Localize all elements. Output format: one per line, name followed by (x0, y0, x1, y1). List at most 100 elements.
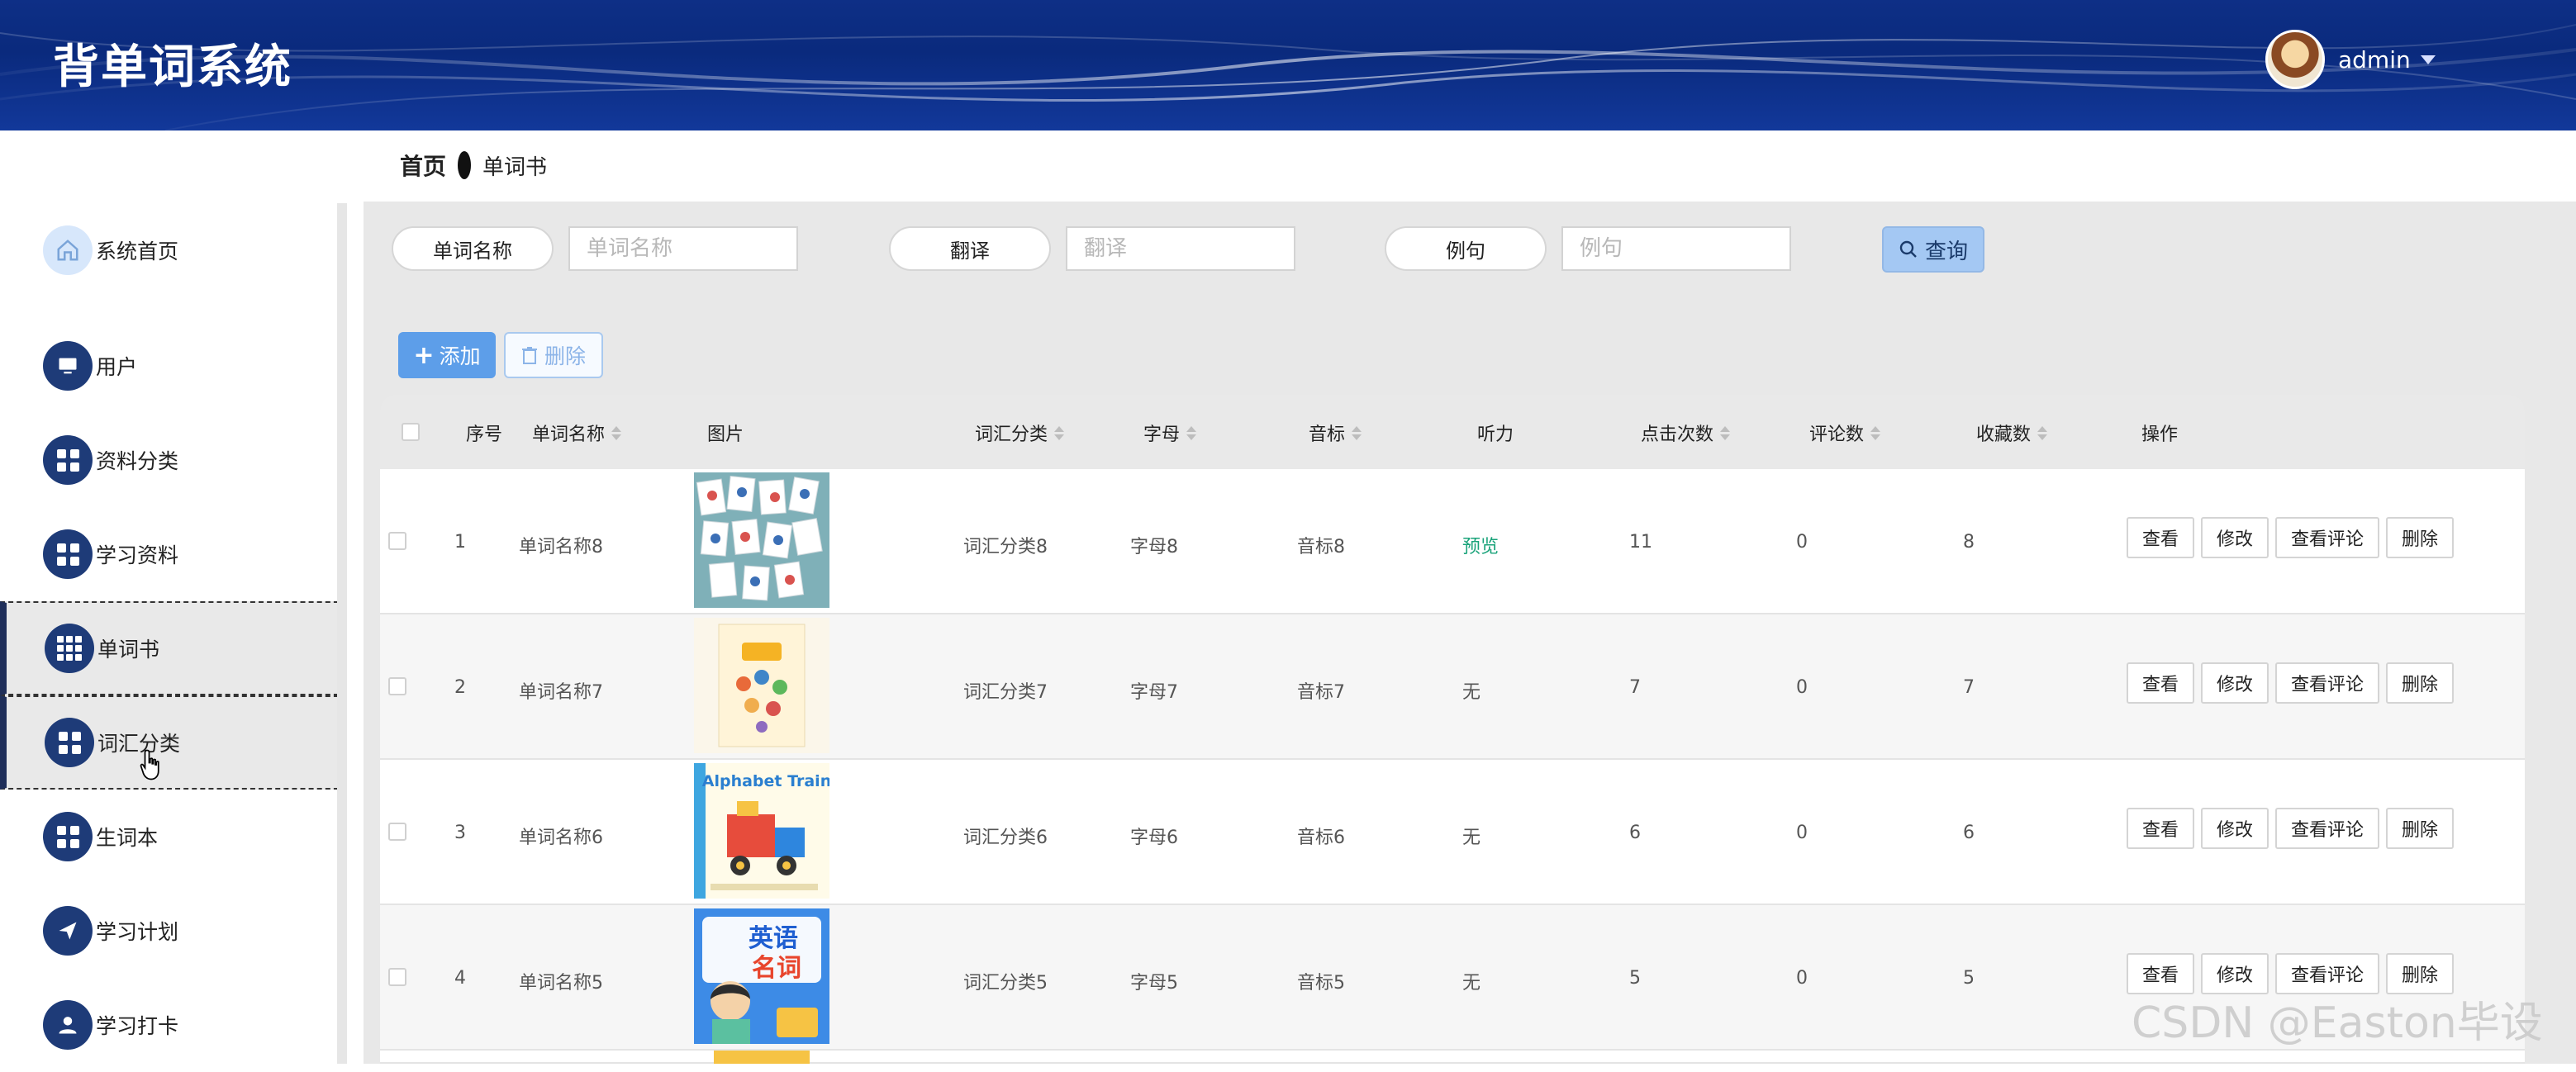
user-name[interactable]: admin (2338, 46, 2411, 74)
send-icon (43, 906, 93, 956)
edit-button[interactable]: 修改 (2201, 662, 2269, 704)
grid-icon (45, 718, 94, 767)
sidebar-item-home[interactable]: 系统首页 (0, 203, 347, 297)
table-row: 1 单词名称8 词汇分类8 字母8 音标8 预览 11 0 8 查看 修改 查看… (380, 469, 2525, 614)
header-word-name[interactable]: 单词名称 (532, 420, 622, 446)
sidebar-item-label: 学习资料 (96, 543, 179, 567)
sidebar-item-study-material[interactable]: 学习资料 (0, 507, 347, 601)
header-phonetic[interactable]: 音标 (1309, 420, 1362, 446)
sidebar-item-label: 用户 (96, 355, 138, 379)
word-image-thumbnail[interactable]: Alphabet Train (694, 763, 829, 899)
row-checkbox[interactable] (388, 677, 406, 695)
sort-icon[interactable] (611, 425, 622, 440)
sidebar-item-study-plan[interactable]: 学习计划 (0, 884, 347, 978)
cell-comments: 0 (1796, 823, 1808, 843)
sidebar-item-label: 资料分类 (96, 449, 179, 473)
word-image-thumbnail[interactable] (694, 472, 829, 608)
sidebar-item-vocab-category[interactable]: 词汇分类 (0, 695, 347, 790)
view-button[interactable]: 查看 (2127, 662, 2194, 704)
delete-row-button[interactable]: 删除 (2386, 808, 2454, 849)
cell-favorites: 8 (1963, 532, 1975, 553)
sidebar-item-study-checkin[interactable]: 学习打卡 (0, 978, 347, 1072)
cell-phonetic: 音标8 (1297, 537, 1345, 557)
app-title: 背单词系统 (53, 40, 292, 94)
cell-index: 4 (454, 968, 466, 989)
user-menu[interactable]: admin (2265, 30, 2436, 89)
sort-icon[interactable] (1870, 425, 1881, 440)
main-content: 单词名称 翻译 例句 查询 + 添加 删除 序号 单词名称 图片 词汇分类 字母… (364, 202, 2576, 1064)
view-button[interactable]: 查看 (2127, 808, 2194, 849)
cell-word-name: 单词名称6 (519, 828, 603, 848)
sidebar-item-word-book[interactable]: 单词书 (0, 601, 347, 695)
sidebar: 系统首页 用户 资料分类 学习资料 单词书 词汇分类 生词本 学习计划 学习打卡 (0, 130, 350, 1064)
chevron-down-icon[interactable] (2420, 55, 2436, 64)
hand-cursor-icon (140, 749, 159, 780)
header-label: 词汇分类 (975, 425, 1048, 445)
delete-button[interactable]: 删除 (504, 332, 603, 378)
word-name-input[interactable] (568, 226, 798, 271)
table-row (380, 1051, 2525, 1064)
cell-letter: 字母6 (1130, 828, 1178, 848)
add-button[interactable]: + 添加 (398, 332, 496, 378)
sidebar-item-label: 单词书 (97, 638, 160, 662)
cell-phonetic: 音标5 (1297, 973, 1345, 994)
header-image: 图片 (707, 425, 744, 445)
header-letter[interactable]: 字母 (1143, 420, 1197, 446)
header-favorites[interactable]: 收藏数 (1976, 420, 2048, 446)
view-comments-button[interactable]: 查看评论 (2275, 517, 2379, 558)
sort-icon[interactable] (1186, 425, 1197, 440)
avatar[interactable] (2265, 30, 2325, 89)
view-comments-button[interactable]: 查看评论 (2275, 662, 2379, 704)
cell-letter: 字母8 (1130, 537, 1178, 557)
cell-category: 词汇分类5 (963, 973, 1048, 994)
sort-icon[interactable] (1720, 425, 1731, 440)
edit-button[interactable]: 修改 (2201, 808, 2269, 849)
row-checkbox[interactable] (388, 968, 406, 986)
monitor-icon (43, 341, 93, 391)
word-image-thumbnail[interactable] (694, 1051, 829, 1064)
search-icon (1899, 240, 1917, 258)
cell-favorites: 6 (1963, 823, 1975, 843)
query-button[interactable]: 查询 (1882, 226, 1984, 273)
example-input[interactable] (1561, 226, 1791, 271)
row-checkbox[interactable] (388, 532, 406, 550)
word-image-thumbnail[interactable] (694, 618, 829, 753)
sidebar-item-label: 学习计划 (96, 920, 179, 944)
thumbnail-title: Alphabet Train (702, 772, 829, 790)
sidebar-scrollbar[interactable] (337, 203, 347, 1064)
header-label: 点击次数 (1641, 425, 1714, 445)
cell-index: 1 (454, 532, 466, 553)
table-header: 序号 单词名称 图片 词汇分类 字母 音标 听力 点击次数 评论数 收藏数 操作 (380, 395, 2525, 469)
table-row: 2 单词名称7 词汇分类7 字母7 音标7 无 7 0 7 查看 修改 查看评论… (380, 614, 2525, 760)
translation-input[interactable] (1066, 226, 1295, 271)
cell-favorites: 7 (1963, 677, 1975, 698)
watermark: CSDN @Easton毕设 (2132, 998, 2543, 1048)
header-clicks[interactable]: 点击次数 (1641, 420, 1731, 446)
sidebar-item-vocab-notebook[interactable]: 生词本 (0, 790, 347, 884)
cell-word-name: 单词名称7 (519, 682, 603, 703)
header-comments[interactable]: 评论数 (1809, 420, 1881, 446)
view-button[interactable]: 查看 (2127, 517, 2194, 558)
sort-icon[interactable] (1352, 425, 1362, 440)
word-book-table: 序号 单词名称 图片 词汇分类 字母 音标 听力 点击次数 评论数 收藏数 操作… (380, 395, 2525, 1064)
sort-icon[interactable] (1054, 425, 1065, 440)
view-comments-button[interactable]: 查看评论 (2275, 808, 2379, 849)
thumbnail-title-line1: 英语 (749, 924, 798, 953)
home-icon (43, 225, 93, 275)
sidebar-item-users[interactable]: 用户 (0, 319, 347, 413)
word-image-thumbnail[interactable]: 英语 名词 (694, 908, 829, 1044)
header-label: 音标 (1309, 425, 1346, 445)
sidebar-item-material-category[interactable]: 资料分类 (0, 413, 347, 507)
sort-icon[interactable] (2037, 425, 2048, 440)
breadcrumb-home[interactable]: 首页 (400, 149, 446, 182)
select-all-checkbox[interactable] (402, 423, 420, 441)
cell-comments: 0 (1796, 968, 1808, 989)
delete-row-button[interactable]: 删除 (2386, 662, 2454, 704)
edit-button[interactable]: 修改 (2201, 517, 2269, 558)
cell-comments: 0 (1796, 677, 1808, 698)
delete-row-button[interactable]: 删除 (2386, 517, 2454, 558)
top-header: 背单词系统 admin (0, 0, 2576, 130)
audio-preview-link[interactable]: 预览 (1462, 532, 1499, 558)
row-checkbox[interactable] (388, 823, 406, 841)
header-category[interactable]: 词汇分类 (975, 420, 1065, 446)
